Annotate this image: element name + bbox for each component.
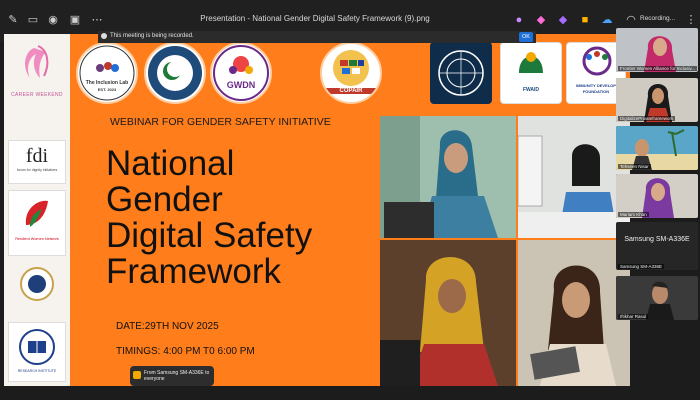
participant-label: Samsung SM-A336E xyxy=(624,236,690,243)
book-seal-icon xyxy=(19,329,55,365)
hands-icon xyxy=(519,52,543,73)
leaf-icon xyxy=(25,200,48,227)
title-line: Digital Safety xyxy=(106,216,313,255)
mmmo-logo xyxy=(430,42,492,104)
woman-scarf-image xyxy=(380,240,516,386)
folder-app-icon[interactable]: ■ xyxy=(578,13,592,27)
title-line: Framework xyxy=(106,252,282,291)
resilient-women-logo: Resilient Women Network xyxy=(8,190,66,256)
photo-woman-yellow-scarf xyxy=(380,240,516,386)
fwaid-name: FWAID xyxy=(522,87,540,93)
shared-slide: CAREER WEEKEND fdi forum for dignity ini… xyxy=(4,34,630,386)
event-timings: TIMINGS: 4:00 PM T0 6:00 PM xyxy=(116,346,255,357)
people-icon xyxy=(79,45,135,101)
globe-people-icon xyxy=(213,45,269,101)
commission-logo xyxy=(144,42,206,104)
participant-tile[interactable]: DigitalizePrivateframework xyxy=(616,78,698,122)
resilient-women-name: Resilient Women Network xyxy=(15,237,59,241)
camera-icon[interactable]: ◉ xyxy=(46,13,60,27)
fwaid-logo: FWAID xyxy=(500,42,562,104)
pencil-icon[interactable]: ✎ xyxy=(6,13,20,27)
folder-icon[interactable]: ▭ xyxy=(26,13,40,27)
gwdn-logo: GWDN xyxy=(210,42,272,104)
seal-logo xyxy=(8,260,66,308)
research-institute-logo: RESEARCH INSTITUTE xyxy=(8,322,66,382)
recording-status: Recording... xyxy=(640,15,676,22)
participant-name: Tehseen Nisar xyxy=(618,164,651,169)
inclusion-lab-name: The Inclusion Lab xyxy=(85,80,129,86)
chat-notification[interactable]: From Samsung SM-A336E to everyone xyxy=(130,366,214,386)
participant-tile[interactable]: Iftikhar Rasul xyxy=(616,276,698,320)
recording-banner: This meeting is being recorded. OK xyxy=(98,31,536,43)
more-icon[interactable]: ⋯ xyxy=(90,13,104,27)
app-icon-2[interactable]: ◆ xyxy=(556,13,570,27)
more-icon-right[interactable]: ⋮ xyxy=(684,13,698,27)
participant-name: Mariam Khan xyxy=(618,212,649,217)
participant-name: Iftikhar Rasul xyxy=(618,314,649,319)
participant-tile[interactable]: Mariam Khan xyxy=(616,174,698,218)
participant-name: Frontier Women Alliance for Inclusiv... xyxy=(618,66,698,71)
slide-title: National Gender Digital Safety Framework xyxy=(106,146,376,290)
copilot-icon[interactable]: ● xyxy=(512,13,526,27)
copair-logo: COPAIR xyxy=(320,42,382,104)
gwdn-name: GWDN xyxy=(226,80,256,90)
copair-name: COPAIR xyxy=(322,88,380,94)
onedrive-icon[interactable]: ☁ xyxy=(600,13,614,27)
inclusion-lab-est: EST. 2023 xyxy=(97,87,117,92)
participant-tile[interactable]: Frontier Women Alliance for Inclusiv... xyxy=(616,28,698,72)
fdi-mark: fdi xyxy=(25,145,49,167)
participant-name: DigitalizePrivateframework xyxy=(618,116,676,121)
chat-icon xyxy=(133,371,141,379)
seal-icon xyxy=(20,267,54,301)
event-date: DATE:29TH NOV 2025 xyxy=(116,321,219,332)
ok-button[interactable]: OK xyxy=(519,32,533,42)
recording-banner-text: This meeting is being recorded. xyxy=(110,33,194,39)
chat-notification-line2: everyone xyxy=(144,376,165,382)
teams-meeting-window: ✎ ▭ ◉ ▣ ⋯ Presentation - National Gender… xyxy=(0,0,700,400)
fdi-logo: fdi forum for dignity initiatives xyxy=(8,140,66,184)
crescent-seal-icon xyxy=(148,46,202,100)
participant-tile[interactable]: Samsung SM-A336E Samsung SM-A336E xyxy=(616,222,698,270)
present-icon[interactable]: ▣ xyxy=(68,13,82,27)
participant-name: Samsung SM-A336E xyxy=(618,264,665,269)
webinar-label: WEBINAR FOR GENDER SAFETY INITIATIVE xyxy=(110,116,331,128)
app-icon[interactable]: ◆ xyxy=(534,13,548,27)
woman-silhouette-icon xyxy=(25,45,49,78)
title-line: National xyxy=(106,144,235,183)
fdi-tagline: forum for dignity initiatives xyxy=(16,168,58,172)
left-logo-column: CAREER WEEKEND fdi forum for dignity ini… xyxy=(4,34,70,386)
research-institute-name: RESEARCH INSTITUTE xyxy=(17,369,57,373)
info-icon xyxy=(101,33,107,39)
wifi-icon: ◠ xyxy=(626,14,636,26)
participant-list: Frontier Women Alliance for Inclusiv... … xyxy=(614,28,700,400)
window-title: Presentation - National Gender Digital S… xyxy=(200,14,430,23)
career-weekend-name: CAREER WEEKEND xyxy=(11,92,63,98)
career-weekend-logo: CAREER WEEKEND xyxy=(8,42,66,106)
woman-laptop-image xyxy=(380,116,516,238)
photo-woman-laptop-hijab xyxy=(380,116,516,238)
inclusion-lab-logo: The Inclusion Lab EST. 2023 xyxy=(76,42,138,104)
title-line: Gender xyxy=(106,180,223,219)
participant-tile[interactable]: Tehseen Nisar xyxy=(616,126,698,170)
un-emblem-icon xyxy=(438,50,484,96)
